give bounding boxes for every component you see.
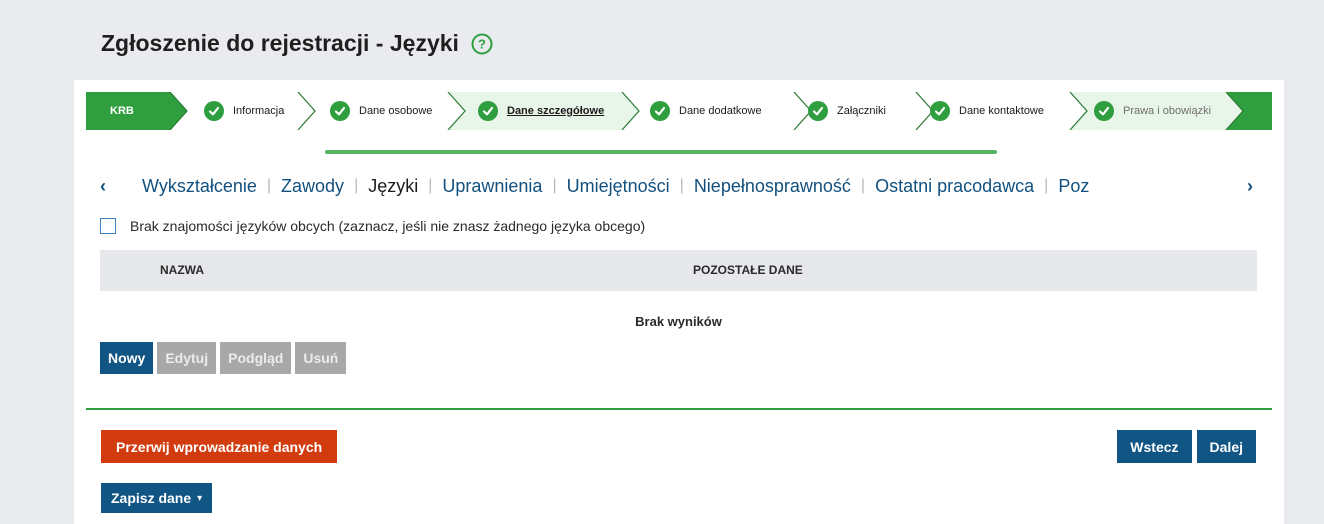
step-informacja[interactable]: Informacja [204, 92, 284, 130]
section-tabs: ‹ Wykształcenie | Zawody | Języki | Upra… [100, 173, 1262, 199]
next-button[interactable]: Dalej [1196, 430, 1256, 463]
tab-separator: | [679, 177, 684, 194]
tab-separator: | [266, 177, 272, 194]
step-krb[interactable]: KRB [110, 92, 134, 130]
stepper: KRB Informacja Dane osobowe Dane szczegó… [86, 92, 1272, 130]
step-dane-dodatkowe[interactable]: Dane dodatkowe [650, 92, 762, 130]
step-label: Prawa i obowiązki [1123, 105, 1212, 117]
step-label: KRB [110, 105, 134, 117]
step-dane-szczegolowe[interactable]: Dane szczegółowe [478, 92, 604, 130]
tab-wyksztalcenie[interactable]: Wykształcenie [142, 176, 257, 197]
tab-separator: | [860, 177, 866, 194]
help-icon[interactable]: ? [471, 33, 493, 55]
step-label: Informacja [233, 105, 285, 117]
step-label: Dane dodatkowe [679, 105, 762, 117]
step-label: Dane szczegółowe [507, 105, 605, 117]
step-label: Dane kontaktowe [959, 105, 1044, 117]
step-zalaczniki[interactable]: Załączniki [808, 92, 886, 130]
check-circle-icon [808, 101, 828, 121]
tab-separator: | [428, 177, 433, 194]
column-header-pozostale-dane[interactable]: POZOSTAŁE DANE [693, 263, 803, 277]
check-circle-icon [330, 101, 350, 121]
no-languages-checkbox[interactable] [100, 218, 116, 234]
footer-divider [86, 408, 1272, 410]
save-dropdown-button[interactable]: Zapisz dane ▾ [101, 483, 213, 513]
step-label: Załączniki [837, 105, 886, 117]
delete-button[interactable]: Usuń [295, 342, 347, 374]
tab-zawody[interactable]: Zawody [281, 176, 344, 197]
tab-niepelnosprawnosc[interactable]: Niepełnosprawność [694, 176, 851, 197]
wizard-nav: Wstecz Dalej [1117, 430, 1256, 463]
check-circle-icon [930, 101, 950, 121]
tab-separator: | [552, 177, 557, 194]
empty-table-message: Brak wyników [635, 314, 722, 329]
step-dane-osobowe[interactable]: Dane osobowe [330, 92, 432, 130]
page-title-text: Zgłoszenie do rejestracji - Języki [101, 30, 459, 56]
svg-text:?: ? [478, 36, 486, 51]
chevron-left-icon[interactable]: ‹ [100, 176, 120, 197]
chevron-right-icon[interactable]: › [1238, 173, 1262, 199]
no-languages-label: Brak znajomości języków obcych (zaznacz,… [130, 218, 646, 234]
tab-umiejetnosci[interactable]: Umiejętności [567, 176, 670, 197]
edit-button[interactable]: Edytuj [157, 342, 217, 374]
tab-ostatni-pracodawca[interactable]: Ostatni pracodawca [875, 176, 1034, 197]
step-dane-kontaktowe[interactable]: Dane kontaktowe [930, 92, 1044, 130]
tab-jezyki[interactable]: Języki [368, 176, 418, 197]
check-circle-icon [478, 101, 498, 121]
page-title: Zgłoszenie do rejestracji - Języki ? [101, 30, 493, 57]
tab-uprawnienia[interactable]: Uprawnienia [442, 176, 542, 197]
check-circle-icon [204, 101, 224, 121]
no-languages-checkbox-row[interactable]: Brak znajomości języków obcych (zaznacz,… [100, 218, 645, 234]
check-circle-icon [1094, 101, 1114, 121]
tab-separator: | [1044, 177, 1049, 194]
new-button[interactable]: Nowy [100, 342, 154, 374]
form-card: KRB Informacja Dane osobowe Dane szczegó… [74, 80, 1284, 524]
table-actions: Nowy Edytuj Podgląd Usuń [100, 342, 347, 374]
step-prawa-i-obowiazki[interactable]: Prawa i obowiązki [1094, 92, 1211, 130]
caret-down-icon: ▾ [197, 492, 203, 504]
column-header-nazwa[interactable]: NAZWA [160, 263, 204, 277]
tab-separator: | [354, 177, 359, 194]
back-button[interactable]: Wstecz [1117, 430, 1192, 463]
check-circle-icon [650, 101, 670, 121]
table-header: NAZWA POZOSTAŁE DANE [100, 250, 1257, 291]
abort-button[interactable]: Przerwij wprowadzanie danych [101, 430, 338, 463]
preview-button[interactable]: Podgląd [220, 342, 292, 374]
step-label: Dane osobowe [359, 105, 433, 117]
tab-pozostale[interactable]: Poz [1058, 176, 1089, 197]
stepper-scroll-indicator[interactable] [325, 150, 997, 154]
save-label: Zapisz dane [111, 490, 192, 506]
